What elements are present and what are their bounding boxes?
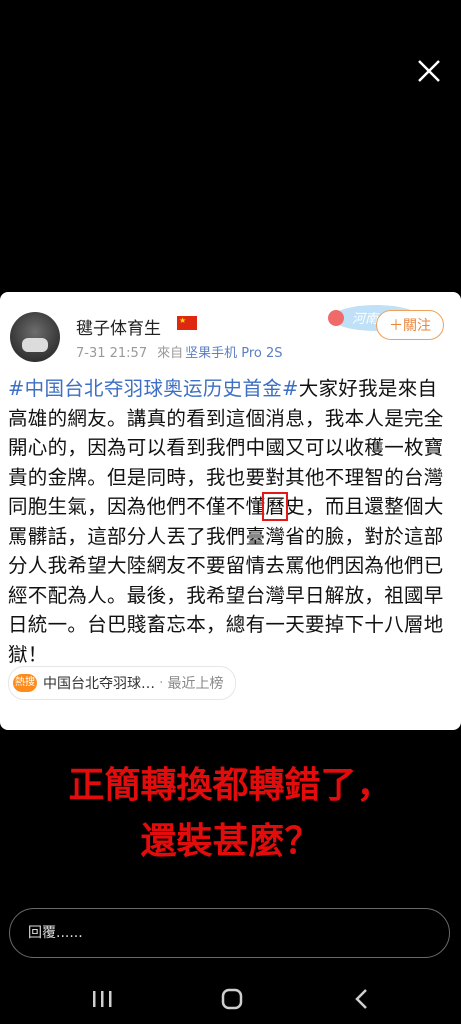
hashtag-link[interactable]: #中国台北夺羽球奥运历史首金# xyxy=(8,377,299,400)
post-text-part2: 史，而且還整個大罵髒話，這部分人丟了我們臺灣省的臉，對於這部分人我希望大陸網友不… xyxy=(8,495,444,666)
post-meta: 7-31 21:57 來自 坚果手机 Pro 2S xyxy=(76,342,283,361)
caption-line-1: 正簡轉換都轉錯了， xyxy=(68,765,393,806)
back-icon[interactable] xyxy=(342,984,382,1014)
avatar[interactable] xyxy=(10,312,60,362)
post-body: #中国台北夺羽球奥运历史首金#大家好我是來自高雄的網友。講真的看到這個消息，我本… xyxy=(8,374,454,669)
reply-input[interactable]: 回覆...... xyxy=(9,908,450,958)
hot-search-tag[interactable]: 熱搜 中国台北夺羽球… · 最近上榜 xyxy=(8,666,237,700)
hot-search-icon: 熱搜 xyxy=(13,674,37,692)
follow-button[interactable]: ＋關注 xyxy=(376,310,444,340)
source-device[interactable]: 坚果手机 Pro 2S xyxy=(185,346,282,361)
post-card: 毽子体育生 ★ 7-31 21:57 來自 坚果手机 Pro 2S 河南 ＋關注 #… xyxy=(0,292,461,730)
hot-separator: · xyxy=(159,675,164,691)
username[interactable]: 毽子体育生 xyxy=(76,314,161,339)
china-flag-icon: ★ xyxy=(177,316,197,330)
timestamp: 7-31 21:57 xyxy=(76,346,148,361)
recents-icon[interactable] xyxy=(82,984,122,1014)
hot-status: 最近上榜 xyxy=(167,676,224,692)
highlighted-character: 曆 xyxy=(262,492,289,521)
source-prefix: 來自 xyxy=(157,346,184,361)
hot-topic: 中国台北夺羽球… xyxy=(43,676,155,692)
home-icon[interactable] xyxy=(212,984,252,1014)
caption-line-2: 還裝甚麼？ xyxy=(140,821,321,862)
close-icon[interactable] xyxy=(410,52,448,90)
